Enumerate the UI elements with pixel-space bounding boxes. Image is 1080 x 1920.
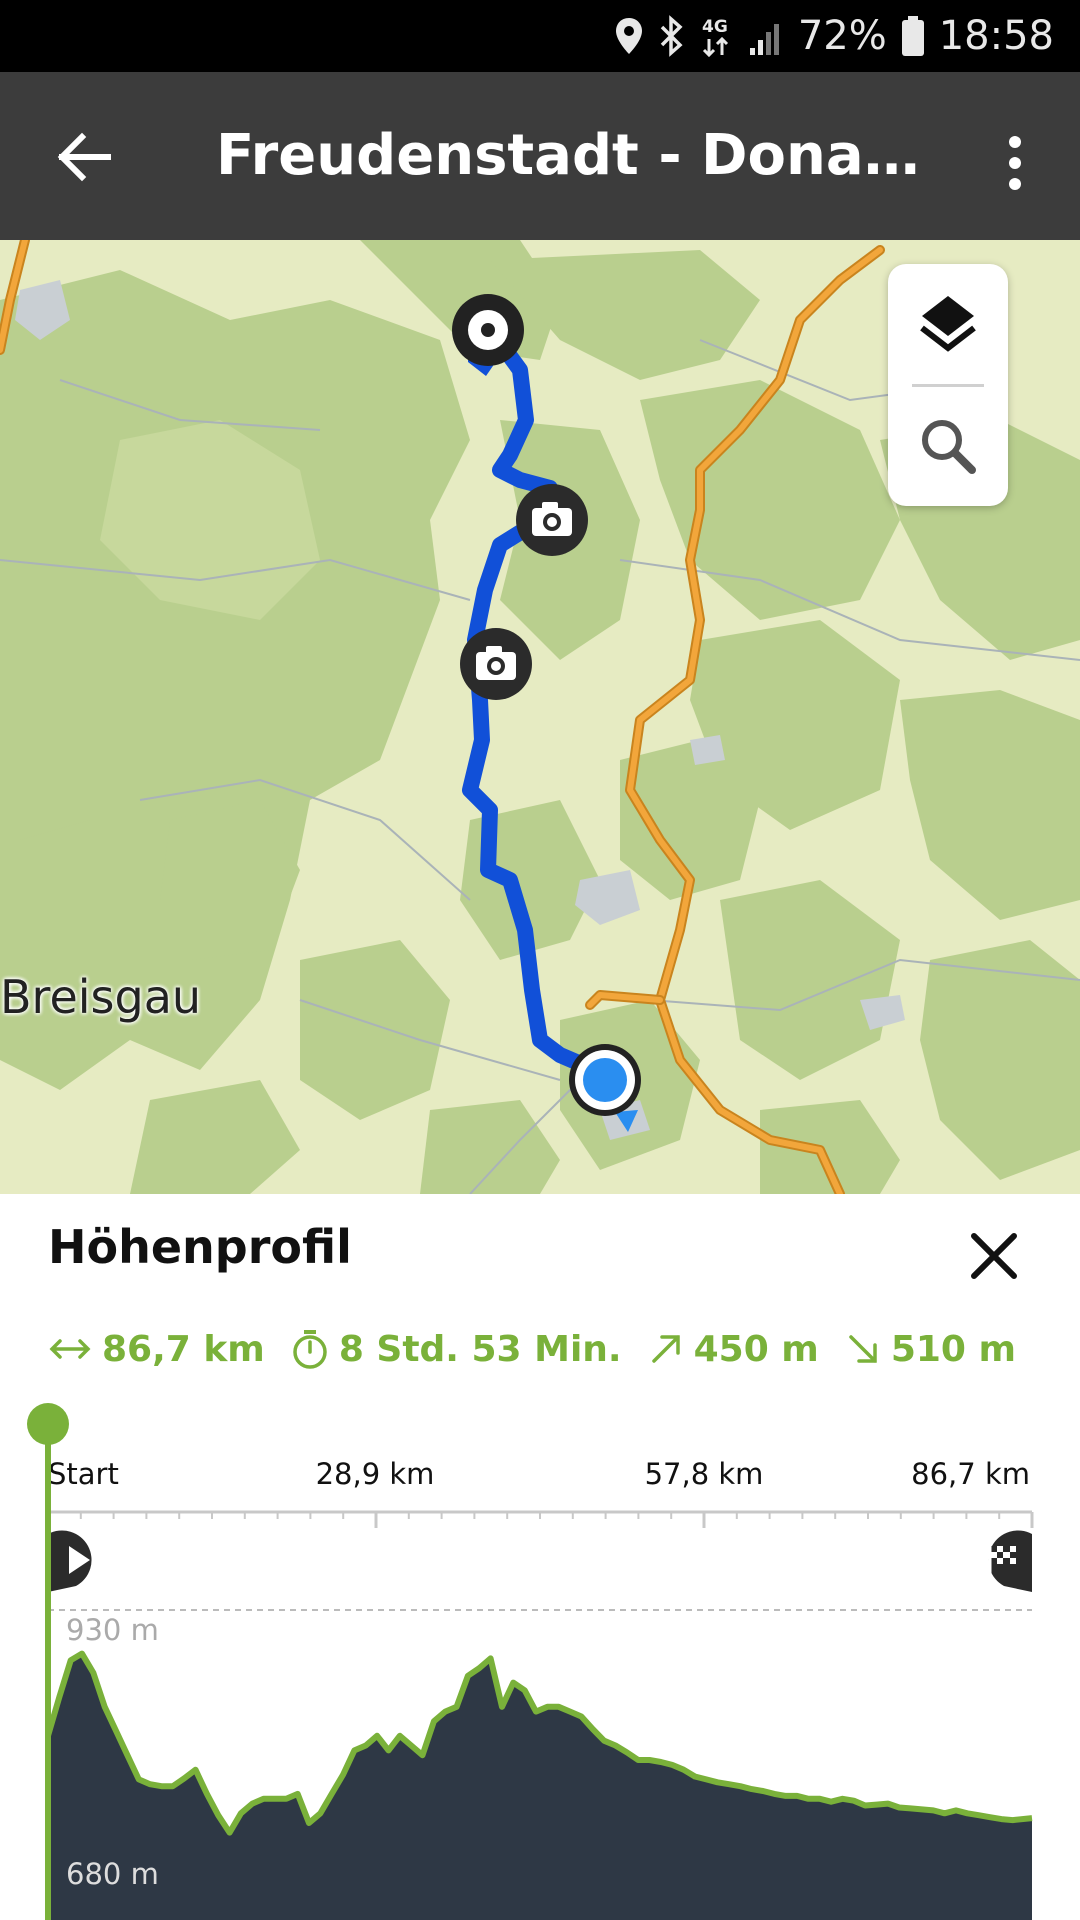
elevation-chart[interactable]: Start 28,9 km 57,8 km 86,7 km 930 m 680 … [0,1194,1080,1920]
map-place-label: Breisgau [0,970,202,1024]
controls-divider [912,384,984,387]
max-elevation-label: 930 m [66,1613,159,1647]
camera-icon[interactable] [458,626,534,702]
elevation-profile-panel: Höhenprofil 86,7 km 8 Std. 53 Min. 450 m [0,1194,1080,1920]
status-bar: 4G 72% 18:58 [0,0,1080,72]
min-elevation-label: 680 m [66,1857,159,1891]
status-icons: 4G 72% 18:58 [614,10,1054,62]
elevation-area [48,1653,1032,1920]
position-scrubber-handle[interactable] [27,1403,69,1445]
axis-label-tick1: 28,9 km [316,1457,435,1491]
bluetooth-icon [660,15,683,57]
map-controls [888,264,1008,506]
axis-label-start: Start [48,1457,119,1491]
signal-icon [749,24,779,55]
clock: 18:58 [938,13,1054,59]
battery-icon [901,16,924,56]
axis-label-tick2: 57,8 km [645,1457,764,1491]
map-search-button[interactable] [908,406,988,486]
axis-label-end: 86,7 km [911,1457,1030,1491]
layers-icon [920,296,976,352]
page-title: Freudenstadt - Donauesc… [216,123,936,188]
arrow-left-icon [57,132,111,182]
location-icon [615,18,642,54]
search-icon [922,420,976,474]
play-icon [48,1530,92,1592]
svg-text:4G: 4G [702,17,728,37]
map-layers-button[interactable] [908,284,988,364]
distance-axis-ticks [46,1512,1034,1528]
more-vert-icon [1009,136,1021,190]
finish-flag-icon [988,1530,1032,1592]
battery-percentage: 72% [797,13,887,59]
app-bar: Freudenstadt - Donauesc… [0,72,1080,240]
network-4g-icon: 4G [702,17,728,57]
current-location-icon [569,1044,641,1132]
overflow-menu-button[interactable] [990,128,1040,198]
camera-icon[interactable] [514,482,590,558]
start-marker-icon[interactable] [446,292,530,392]
back-button[interactable] [50,122,120,192]
